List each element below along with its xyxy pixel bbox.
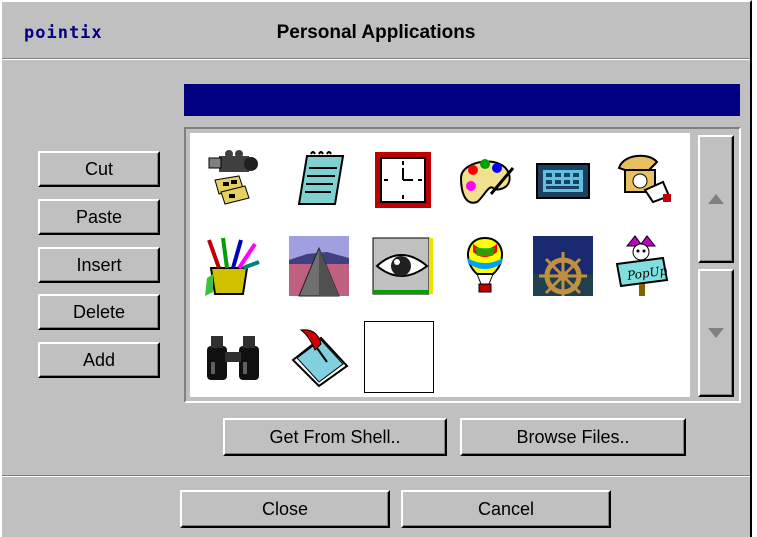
cancel-button[interactable]: Cancel — [401, 490, 611, 528]
get-from-shell-button[interactable]: Get From Shell.. — [223, 418, 447, 456]
window-title: Personal Applications — [276, 22, 476, 43]
insert-button[interactable]: Insert — [38, 247, 160, 283]
empty-icon-slot[interactable] — [364, 321, 434, 393]
title-bar: pointix Personal Applications — [2, 2, 750, 58]
footer-divider — [2, 475, 750, 477]
selected-name-bar[interactable] — [184, 84, 740, 116]
icon-well: PopUp — [184, 127, 741, 403]
browse-files-button[interactable]: Browse Files.. — [460, 418, 686, 456]
video-camera-icon[interactable] — [198, 145, 268, 215]
popup-jester-icon[interactable]: PopUp — [606, 231, 676, 301]
arrow-down-icon — [708, 328, 724, 338]
notepad-icon[interactable] — [284, 145, 354, 215]
arrow-up-icon — [708, 194, 724, 204]
telephone-icon[interactable] — [606, 145, 676, 215]
calculator-icon[interactable] — [528, 145, 598, 215]
delete-button[interactable]: Delete — [38, 294, 160, 330]
clock-icon[interactable] — [368, 145, 438, 215]
icon-grid: PopUp — [190, 133, 690, 397]
pyramid-road-icon[interactable] — [284, 231, 354, 301]
cut-button[interactable]: Cut — [38, 151, 160, 187]
paint-palette-icon[interactable] — [450, 145, 520, 215]
binoculars-icon[interactable] — [198, 321, 268, 391]
title-divider — [2, 58, 750, 60]
add-button[interactable]: Add — [38, 342, 160, 378]
ship-wheel-icon[interactable] — [528, 231, 598, 301]
scroll-down-button[interactable] — [698, 269, 734, 397]
hot-air-balloon-icon[interactable] — [450, 231, 520, 301]
scroll-up-button[interactable] — [698, 135, 734, 263]
personal-applications-window: pointix Personal Applications Cut Paste … — [0, 0, 752, 537]
quill-document-icon[interactable] — [284, 321, 354, 391]
paste-button[interactable]: Paste — [38, 199, 160, 235]
eye-icon[interactable] — [368, 231, 438, 301]
close-button[interactable]: Close — [180, 490, 390, 528]
pencil-cup-icon[interactable] — [198, 231, 268, 301]
